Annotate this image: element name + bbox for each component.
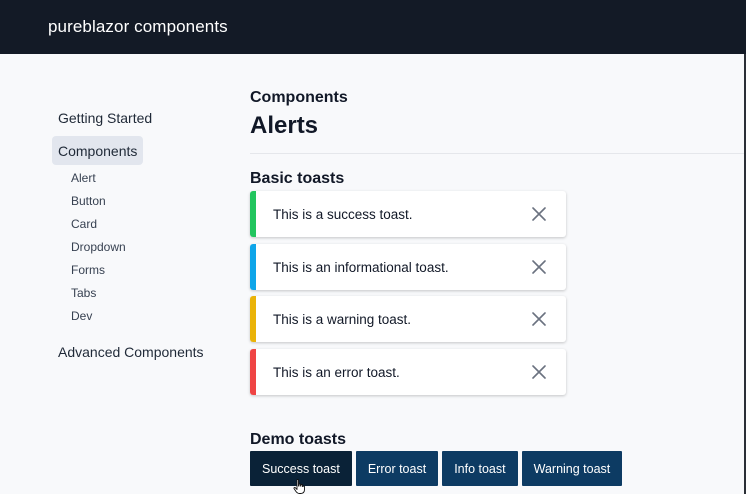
sidebar-item-getting-started[interactable]: Getting Started [52, 103, 158, 132]
sidebar-item-advanced-components[interactable]: Advanced Components [52, 337, 210, 366]
toast-success: This is a success toast. [250, 191, 566, 237]
demo-toasts-heading: Demo toasts [250, 431, 347, 448]
close-icon[interactable] [524, 304, 554, 334]
toast-message: This is an informational toast. [273, 259, 449, 275]
toast-info: This is an informational toast. [250, 244, 566, 290]
sidebar: Getting Started Components Alert Button … [0, 54, 230, 494]
sidebar-item-components[interactable]: Components [52, 136, 144, 165]
page-title: Alerts [250, 112, 319, 139]
close-icon[interactable] [524, 199, 554, 229]
toast-error: This is an error toast. [250, 349, 566, 395]
toast-message: This is a warning toast. [273, 311, 412, 327]
info-stripe [250, 244, 256, 290]
close-icon[interactable] [524, 357, 554, 387]
top-app-bar: pureblazor components [0, 0, 746, 54]
sidebar-subitem-dropdown[interactable]: Dropdown [71, 240, 126, 254]
sidebar-subitem-forms[interactable]: Forms [71, 263, 105, 277]
info-toast-button[interactable]: Info toast [442, 451, 518, 486]
error-stripe [250, 349, 256, 395]
sidebar-subitem-dev[interactable]: Dev [71, 309, 92, 323]
breadcrumb: Components [250, 89, 348, 106]
error-toast-button[interactable]: Error toast [355, 451, 439, 486]
app-title[interactable]: pureblazor components [48, 17, 228, 37]
toast-message: This is a success toast. [273, 206, 413, 222]
sidebar-subitem-button[interactable]: Button [71, 194, 106, 208]
toast-warning: This is a warning toast. [250, 296, 566, 342]
close-icon[interactable] [524, 252, 554, 282]
sidebar-subitem-tabs[interactable]: Tabs [71, 286, 96, 300]
divider [250, 153, 744, 154]
basic-toasts-heading: Basic toasts [250, 170, 345, 187]
warning-toast-button[interactable]: Warning toast [521, 451, 623, 486]
success-stripe [250, 191, 256, 237]
warning-stripe [250, 296, 256, 342]
toast-message: This is an error toast. [273, 364, 400, 380]
sidebar-subitem-alert[interactable]: Alert [71, 171, 96, 185]
sidebar-subitem-card[interactable]: Card [71, 217, 97, 231]
hand-pointer-icon [293, 479, 307, 494]
